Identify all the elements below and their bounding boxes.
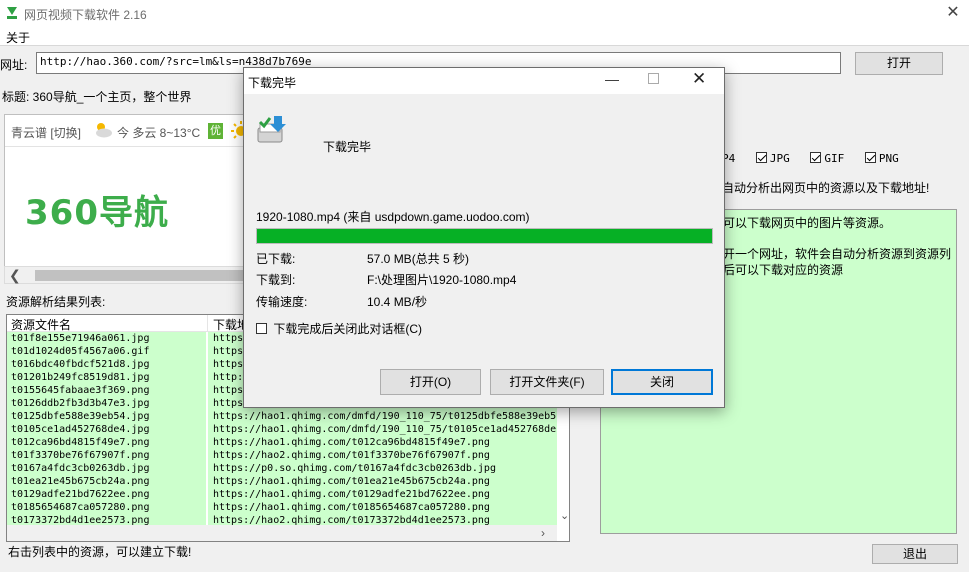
downloaded-file-name: 1920-1080.mp4 (来自 usdpdown.game.uodoo.co… [256,210,530,224]
table-row[interactable]: t0105ce1ad452768de4.jpg https://hao1.qhim… [7,423,557,436]
help-line-1: 可以下载网页中的图片等资源。 [723,216,892,230]
help-line-3: 后可以下载对应的资源 [723,263,844,277]
resource-list-label: 资源解析结果列表: [6,295,106,309]
embedded-browser[interactable]: 青云谱 [切换] 今 多云 8~13°C 优 360导航 [4,114,260,284]
speed-value: 10.4 MB/秒 [367,295,428,309]
close-after-label: 下载完成后关闭此对话框(C) [273,322,423,336]
resource-filename: t012ca96bd4815f49e7.png [7,436,206,449]
cloudy-weather-icon [96,123,112,138]
help-line-2: 开一个网址，软件会自动分析资源到资源列 [723,247,952,261]
resource-filename: t01f8e155e71946a061.jpg [7,332,206,345]
dialog-heading: 下载完毕 [323,140,372,154]
resource-filename: t01201b249fc8519d81.jpg [7,371,206,384]
resource-url: https://hao2.qhimg.com/t01f3370be76f6790… [208,449,557,462]
scroll-left-icon[interactable]: ❮ [9,267,21,283]
download-progress-bar [256,228,713,244]
status-hint: 右击列表中的资源，可以建立下载! [8,545,192,559]
resource-filename: t0105ce1ad452768de4.jpg [7,423,206,436]
url-label: 网址: [0,58,28,72]
resource-url: https://hao1.qhimg.com/dmfd/190_110_75/t… [208,423,557,436]
resource-url: https://p0.so.qhimg.com/t0167a4fdc3cb026… [208,462,557,475]
title-bar: 网页视频下载软件 2.16 ✕ [0,0,969,26]
weather-text: 今 多云 8~13°C [117,126,201,140]
open-url-button[interactable]: 打开 [855,52,943,75]
resource-filename: t0155645fabaae3f369.png [7,384,206,397]
minimize-icon[interactable]: — [602,71,622,87]
dialog-close-icon[interactable]: ✕ [692,69,706,89]
table-row[interactable]: t0167a4fdc3cb0263db.jpg https://p0.so.qhi… [7,462,557,475]
resource-filename: t0125dbfe588e39eb54.jpg [7,410,206,423]
dialog-title-bar: 下载完毕 — ✕ [244,68,724,94]
dialog-title: 下载完毕 [248,76,297,90]
resource-filename: t0167a4fdc3cb0263db.jpg [7,462,206,475]
save-location-value: F:\处理图片\1920-1080.mp4 [367,273,517,287]
resource-filename: t0185654687ca057280.png [7,501,206,514]
resource-filename: t0126ddb2fb3d3b47e3.jpg [7,397,206,410]
table-horizontal-scrollbar[interactable]: › [7,525,557,541]
table-row[interactable]: t0129adfe21bd7622ee.png https://hao1.qhim… [7,488,557,501]
download-complete-dialog: 下载完毕 — ✕ 下载完毕 1920-1080.mp4 (来自 usdpdown… [243,67,725,408]
option-jpg[interactable]: JPG [755,152,790,165]
resource-filename: t0129adfe21bd7622ee.png [7,488,206,501]
weather-bar: 青云谱 [切换] 今 多云 8~13°C 优 [5,115,259,147]
feature-description: 自动分析出网页中的资源以及下载地址! [722,181,930,195]
menu-item-about[interactable]: 关于 [6,29,30,46]
speed-label: 传输速度: [256,295,308,309]
close-window-button[interactable]: ✕ [940,3,966,23]
resource-url: https://hao1.qhimg.com/t012ca96bd4815f49… [208,436,557,449]
app-title: 网页视频下载软件 2.16 [24,8,147,22]
resource-url: https://hao1.qhimg.com/t0129adfe21bd7622… [208,488,557,501]
resource-url: https://hao1.qhimg.com/t01ea21e45b675cb2… [208,475,557,488]
scroll-right-icon[interactable]: › [541,526,545,540]
resource-url: https://hao1.qhimg.com/t0185654687ca0572… [208,501,557,514]
save-location-label: 下载到: [256,273,296,287]
resource-url: https://hao1.qhimg.com/dmfd/190_110_75/t… [208,410,557,423]
resource-filename: t016bdc40fbdcf521d8.jpg [7,358,206,371]
scroll-down-icon[interactable]: ⌄ [560,509,569,522]
close-after-download-option[interactable]: 下载完成后关闭此对话框(C) [256,320,422,337]
scrollbar-thumb[interactable] [35,270,255,281]
option-png[interactable]: PNG [864,152,899,165]
png-checkbox[interactable] [864,152,876,163]
table-row[interactable]: t01ea21e45b675cb24a.png https://hao1.qhim… [7,475,557,488]
gif-checkbox[interactable] [810,152,822,163]
downloaded-value: 57.0 MB(总共 5 秒) [367,252,470,266]
360-logo[interactable]: 360导航 [25,185,169,234]
open-file-button[interactable]: 打开(O) [380,369,481,395]
menu-bar: 关于 [0,26,969,46]
air-quality-badge: 优 [208,123,223,139]
open-folder-button[interactable]: 打开文件夹(F) [490,369,604,395]
download-arrow-icon [7,7,17,19]
browser-horizontal-scrollbar[interactable]: ❮ [4,266,260,284]
column-header-filename[interactable]: 资源文件名 [11,316,71,333]
close-dialog-button[interactable]: 关闭 [611,369,713,395]
close-after-checkbox[interactable] [256,323,267,334]
resource-filename: t01f3370be76f67907f.png [7,449,206,462]
maximize-icon [648,73,659,84]
resource-filename: t01ea21e45b675cb24a.png [7,475,206,488]
format-options: P4 JPG GIF PNG [722,152,913,165]
page-title: 标题: 360导航_一个主页，整个世界 [2,90,192,104]
exit-button[interactable]: 退出 [872,544,958,564]
table-row[interactable]: t01f3370be76f67907f.png https://hao2.qhim… [7,449,557,462]
city-switch[interactable]: 青云谱 [切换] [11,124,81,141]
progress-fill [257,229,712,243]
jpg-checkbox[interactable] [755,152,767,163]
downloaded-label: 已下载: [256,252,296,266]
option-gif[interactable]: GIF [810,152,844,165]
table-row[interactable]: t012ca96bd4815f49e7.png https://hao1.qhim… [7,436,557,449]
download-complete-icon [257,116,286,143]
resource-filename: t01d1024d05f4567a06.gif [7,345,206,358]
table-row[interactable]: t0185654687ca057280.png https://hao1.qhim… [7,501,557,514]
table-row[interactable]: t0125dbfe588e39eb54.jpg https://hao1.qhim… [7,410,557,423]
